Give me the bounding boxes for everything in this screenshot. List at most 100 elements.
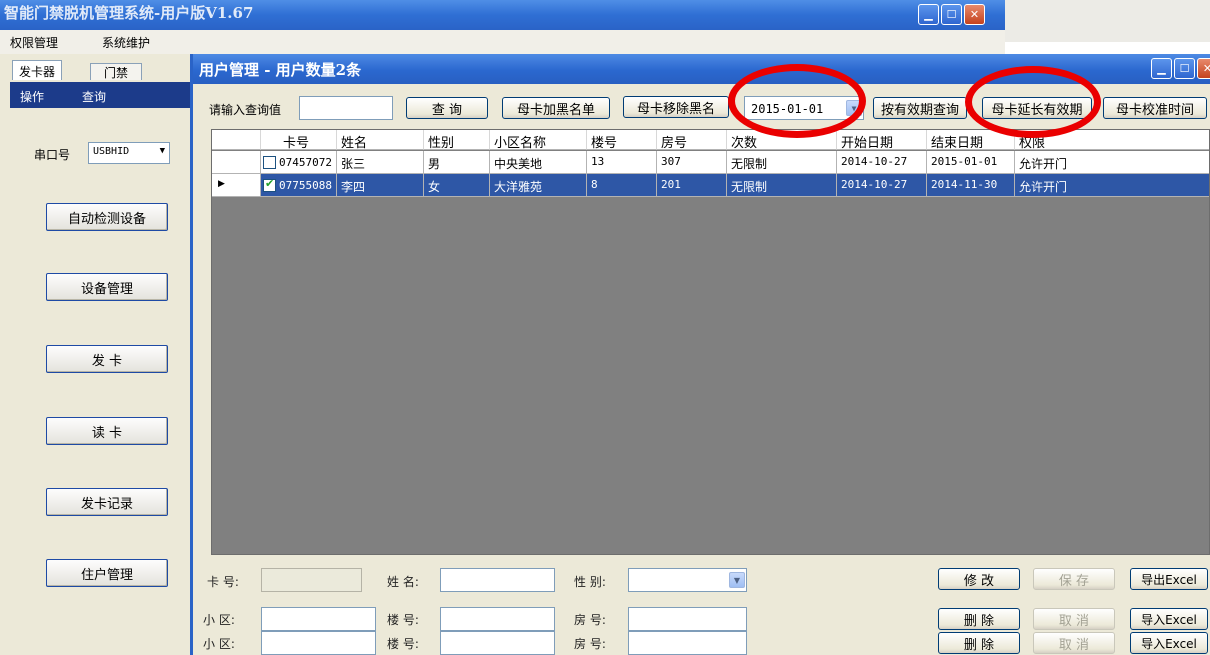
delete-button[interactable]: 删 除 [938,608,1020,630]
row-selector[interactable]: ▶ [212,174,261,197]
outer-window-controls: ▁ ☐ ✕ [918,4,985,25]
header-query[interactable]: 查询 [82,88,106,105]
cell-end-date: 2015-01-01 [927,151,1015,174]
tab-card-issuer[interactable]: 发卡器 [12,60,63,80]
cell-start-date: 2014-10-27 [837,174,927,197]
user-management-window: 用户管理 - 用户数量2条 ▁ ☐ ✕ 请输入查询值 查 询 母卡加黑名单 母卡… [190,54,1210,655]
cell-building: 13 [587,151,657,174]
header-operation[interactable]: 操作 [20,88,44,105]
col-building[interactable]: 楼号 [587,130,657,150]
col-room[interactable]: 房号 [657,130,727,150]
auto-detect-device-button[interactable]: 自动检测设备 [46,203,168,231]
cell-area-name: 中央美地 [490,151,587,174]
expiry-date-picker[interactable]: 2015-01-01 ▼ [744,96,864,120]
card-number-text: 07755088 [279,179,332,192]
card-records-button[interactable]: 发卡记录 [46,488,168,516]
serial-port-label: 串口号 [34,148,71,162]
chevron-down-icon[interactable]: ▼ [729,572,745,588]
cancel-button: 取 消 [1033,632,1115,654]
col-start-date[interactable]: 开始日期 [837,130,927,150]
cell-card-number: 07755088 [261,174,337,197]
building-label: 楼 号: [387,637,419,651]
read-card-button[interactable]: 读 卡 [46,417,168,445]
save-button: 保 存 [1033,568,1115,590]
import-excel-button[interactable]: 导入Excel [1130,608,1208,630]
name-label: 姓 名: [387,575,419,589]
issue-card-button[interactable]: 发 卡 [46,345,168,373]
cell-room: 307 [657,151,727,174]
cell-permission: 允许开门 [1015,174,1209,197]
col-count[interactable]: 次数 [727,130,837,150]
menu-system-maintenance[interactable]: 系统维护 [102,34,150,51]
calibrate-time-button[interactable]: 母卡校准时间 [1103,97,1207,119]
col-permission[interactable]: 权限 [1015,130,1209,150]
add-blacklist-button[interactable]: 母卡加黑名单 [502,97,610,119]
area-label: 小 区: [203,637,235,651]
room-field[interactable] [628,631,747,655]
table-row[interactable]: ▶ 07755088 李四 女 大洋雅苑 8 201 无限制 2014-10-2… [212,174,1209,197]
modify-button[interactable]: 修 改 [938,568,1020,590]
device-management-button[interactable]: 设备管理 [46,273,168,301]
table-row[interactable]: 07457072 张三 男 中央美地 13 307 无限制 2014-10-27… [212,151,1209,174]
cell-name: 张三 [337,151,424,174]
remove-blacklist-button[interactable]: 母卡移除黑名 [623,96,729,118]
col-area-name[interactable]: 小区名称 [490,130,587,150]
outer-window-title: 智能门禁脱机管理系统-用户版V1.67 [4,4,254,22]
serial-port-select[interactable]: USBHID ▼ [88,142,170,164]
card-number-field [261,568,362,592]
building-field[interactable] [440,607,555,631]
query-button[interactable]: 查 询 [406,97,488,119]
row-selector[interactable] [212,151,261,174]
name-field[interactable] [440,568,555,592]
query-input[interactable] [299,96,393,120]
cell-count: 无限制 [727,151,837,174]
col-name[interactable]: 姓名 [337,130,424,150]
cell-gender: 男 [424,151,490,174]
area-label: 小 区: [203,613,235,627]
area-field[interactable] [261,607,376,631]
user-window-title: 用户管理 - 用户数量2条 [199,61,362,79]
card-number-label: 卡 号: [207,575,239,589]
import-excel-button[interactable]: 导入Excel [1130,632,1208,654]
menu-bar: 权限管理 系统维护 [0,30,1005,54]
row-checkbox[interactable] [263,177,276,192]
close-icon[interactable]: ✕ [1197,58,1210,79]
maximize-icon[interactable]: ☐ [941,4,962,25]
minimize-icon[interactable]: ▁ [918,4,939,25]
cell-count: 无限制 [727,174,837,197]
menu-permissions[interactable]: 权限管理 [10,34,58,51]
room-field[interactable] [628,607,747,631]
extend-expiry-button[interactable]: 母卡延长有效期 [982,97,1092,119]
row-checkbox[interactable] [263,156,276,169]
cancel-button: 取 消 [1033,608,1115,630]
cell-end-date: 2014-11-30 [927,174,1015,197]
query-by-expiry-button[interactable]: 按有效期查询 [873,97,967,119]
col-card-number[interactable]: 卡号 [261,130,337,150]
tab-access-control[interactable]: 门禁 [90,63,142,80]
outer-title-bar: 智能门禁脱机管理系统-用户版V1.67 ▁ ☐ ✕ [0,0,1005,30]
room-label: 房 号: [574,613,606,627]
export-excel-button[interactable]: 导出Excel [1130,568,1208,590]
minimize-icon[interactable]: ▁ [1151,58,1172,79]
card-number-text: 07457072 [279,156,332,169]
chevron-down-icon[interactable]: ▼ [846,100,862,116]
col-end-date[interactable]: 结束日期 [927,130,1015,150]
resident-management-button[interactable]: 住户管理 [46,559,168,587]
col-gender[interactable]: 性别 [424,130,490,150]
gender-select[interactable]: ▼ [628,568,747,592]
left-pane: 发卡器 门禁 操作 查询 串口号 USBHID ▼ 自动检测设备 设备管理 发 … [0,54,190,655]
app-screenshot: 智能门禁脱机管理系统-用户版V1.67 ▁ ☐ ✕ 权限管理 系统维护 发卡器 … [0,0,1210,655]
expiry-date-value: 2015-01-01 [751,102,824,116]
close-icon[interactable]: ✕ [964,4,985,25]
user-grid: 卡号 姓名 性别 小区名称 楼号 房号 次数 开始日期 结束日期 权限 0745… [211,129,1210,555]
area-field[interactable] [261,631,376,655]
chevron-down-icon: ▼ [159,146,165,156]
delete-button[interactable]: 删 除 [938,632,1020,654]
selector-header [212,130,261,150]
building-field[interactable] [440,631,555,655]
cell-name: 李四 [337,174,424,197]
serial-port-value: USBHID [93,146,130,157]
maximize-icon[interactable]: ☐ [1174,58,1195,79]
cell-start-date: 2014-10-27 [837,151,927,174]
serial-port-group: 串口号 USBHID ▼ [34,140,174,166]
